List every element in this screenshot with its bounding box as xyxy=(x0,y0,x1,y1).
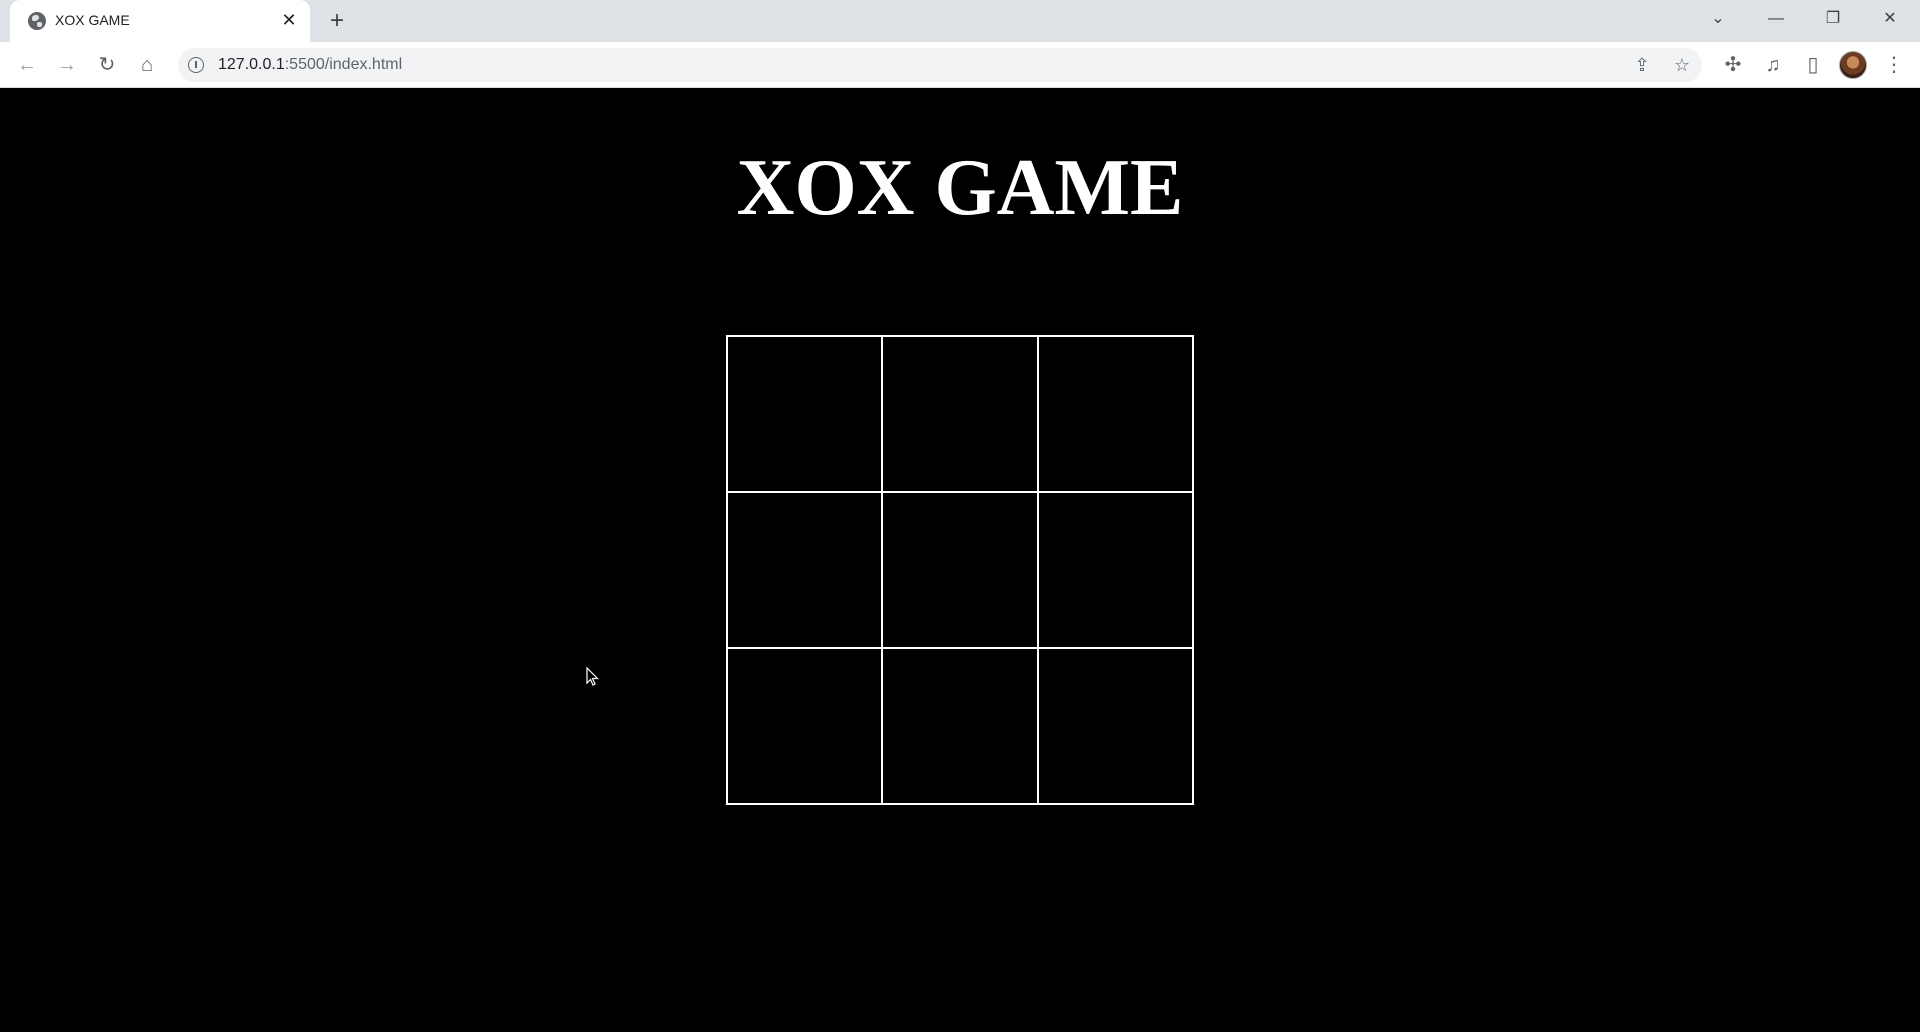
tab-title: XOX GAME xyxy=(55,12,130,28)
browser-menu-icon[interactable]: ⋮ xyxy=(1879,50,1909,80)
site-info-icon[interactable] xyxy=(188,57,204,73)
globe-icon xyxy=(28,12,46,30)
browser-toolbar: ← → ↻ ⌂ 127.0.0.1:5500/index.html ⇪ ☆ ✣ … xyxy=(0,42,1920,88)
board-cell-8[interactable] xyxy=(882,648,1038,804)
share-icon[interactable]: ⇪ xyxy=(1630,53,1654,77)
board-cell-6[interactable] xyxy=(1037,492,1193,648)
page-title: XOX GAME xyxy=(736,144,1184,232)
address-bar[interactable]: 127.0.0.1:5500/index.html ⇪ ☆ xyxy=(178,48,1702,82)
reload-button[interactable]: ↻ xyxy=(92,50,122,80)
profile-avatar[interactable] xyxy=(1839,51,1867,79)
forward-button[interactable]: → xyxy=(52,50,82,80)
home-button[interactable]: ⌂ xyxy=(132,50,162,80)
side-panel-icon[interactable]: ▯ xyxy=(1798,50,1828,80)
bookmark-star-icon[interactable]: ☆ xyxy=(1670,53,1694,77)
game-board xyxy=(726,335,1194,805)
media-control-icon[interactable]: ♫ xyxy=(1758,50,1788,80)
close-window-button[interactable]: ✕ xyxy=(1870,4,1910,34)
browser-tab[interactable]: XOX GAME ✕ xyxy=(10,0,310,42)
board-cell-1[interactable] xyxy=(727,336,883,492)
url-text[interactable]: 127.0.0.1:5500/index.html xyxy=(218,56,402,74)
close-tab-icon[interactable]: ✕ xyxy=(278,9,300,31)
url-path: :5500/index.html xyxy=(284,56,403,73)
board-cell-9[interactable] xyxy=(1037,648,1193,804)
extensions-icon[interactable]: ✣ xyxy=(1718,50,1748,80)
url-host: 127.0.0.1 xyxy=(218,56,285,73)
board-cell-5[interactable] xyxy=(882,492,1038,648)
tab-strip: XOX GAME ✕ + ⌄ — ❐ ✕ xyxy=(0,0,1920,42)
web-page: XOX GAME xyxy=(0,88,1920,1032)
back-button[interactable]: ← xyxy=(12,50,42,80)
minimize-button[interactable]: — xyxy=(1756,4,1796,34)
board-cell-4[interactable] xyxy=(727,492,883,648)
board-cell-2[interactable] xyxy=(882,336,1038,492)
restore-button[interactable]: ❐ xyxy=(1813,4,1853,34)
board-cell-3[interactable] xyxy=(1037,336,1193,492)
board-cell-7[interactable] xyxy=(727,648,883,804)
new-tab-button[interactable]: + xyxy=(324,8,350,34)
tab-search-icon[interactable]: ⌄ xyxy=(1698,4,1738,34)
